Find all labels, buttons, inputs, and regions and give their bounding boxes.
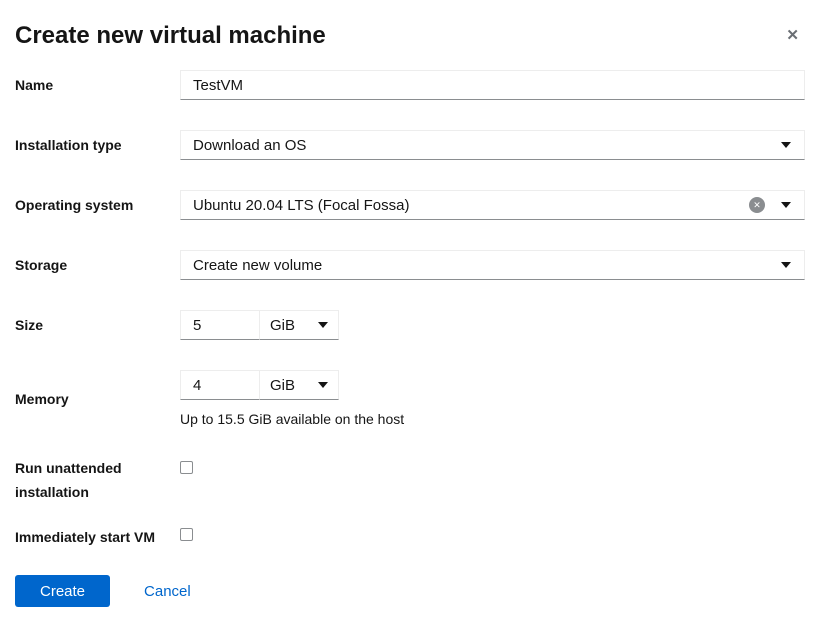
chevron-down-icon xyxy=(781,202,791,208)
dialog-title: Create new virtual machine xyxy=(15,22,326,50)
dialog-header: Create new virtual machine ✕ xyxy=(15,22,805,50)
chevron-down-icon xyxy=(318,322,328,328)
installation-type-label: Installation type xyxy=(15,136,180,154)
storage-row: Storage Create new volume xyxy=(15,250,805,280)
create-button[interactable]: Create xyxy=(15,575,110,607)
autostart-checkbox[interactable] xyxy=(180,528,193,541)
chevron-down-icon xyxy=(781,262,791,268)
name-input[interactable] xyxy=(180,70,805,100)
cancel-button[interactable]: Cancel xyxy=(144,583,191,600)
memory-input[interactable] xyxy=(180,370,260,400)
unattended-row: Run unattended installation xyxy=(15,456,805,504)
size-input[interactable] xyxy=(180,310,260,340)
chevron-down-icon xyxy=(318,382,328,388)
name-label: Name xyxy=(15,76,180,94)
installation-type-row: Installation type Download an OS xyxy=(15,130,805,160)
memory-unit-value: GiB xyxy=(270,377,295,394)
dialog-footer: Create Cancel xyxy=(15,575,805,607)
name-row: Name xyxy=(15,70,805,100)
size-label: Size xyxy=(15,316,180,334)
installation-type-value: Download an OS xyxy=(193,137,306,154)
operating-system-row: Operating system Ubuntu 20.04 LTS (Focal… xyxy=(15,190,805,220)
chevron-down-icon xyxy=(781,142,791,148)
memory-unit-select[interactable]: GiB xyxy=(260,370,339,400)
close-icon[interactable]: ✕ xyxy=(780,24,805,47)
unattended-label: Run unattended installation xyxy=(15,456,180,504)
storage-value: Create new volume xyxy=(193,257,322,274)
size-unit-select[interactable]: GiB xyxy=(260,310,339,340)
unattended-checkbox[interactable] xyxy=(180,461,193,474)
size-input-group: GiB xyxy=(180,310,339,340)
size-unit-value: GiB xyxy=(270,317,295,334)
create-vm-dialog: Create new virtual machine ✕ Name Instal… xyxy=(0,0,824,607)
operating-system-value: Ubuntu 20.04 LTS (Focal Fossa) xyxy=(193,197,410,214)
operating-system-select[interactable]: Ubuntu 20.04 LTS (Focal Fossa) ✕ xyxy=(180,190,805,220)
memory-helper-text: Up to 15.5 GiB available on the host xyxy=(180,411,805,428)
operating-system-label: Operating system xyxy=(15,196,180,214)
create-vm-form: Name Installation type Download an OS Op… xyxy=(15,70,805,546)
storage-select[interactable]: Create new volume xyxy=(180,250,805,280)
clear-selection-icon[interactable]: ✕ xyxy=(749,197,765,213)
memory-row: Memory GiB Up to 15.5 GiB available on t… xyxy=(15,370,805,428)
autostart-label: Immediately start VM xyxy=(15,528,180,546)
autostart-row: Immediately start VM xyxy=(15,528,805,546)
installation-type-select[interactable]: Download an OS xyxy=(180,130,805,160)
size-row: Size GiB xyxy=(15,310,805,340)
memory-label: Memory xyxy=(15,390,180,408)
memory-input-group: GiB xyxy=(180,370,339,400)
storage-label: Storage xyxy=(15,256,180,274)
